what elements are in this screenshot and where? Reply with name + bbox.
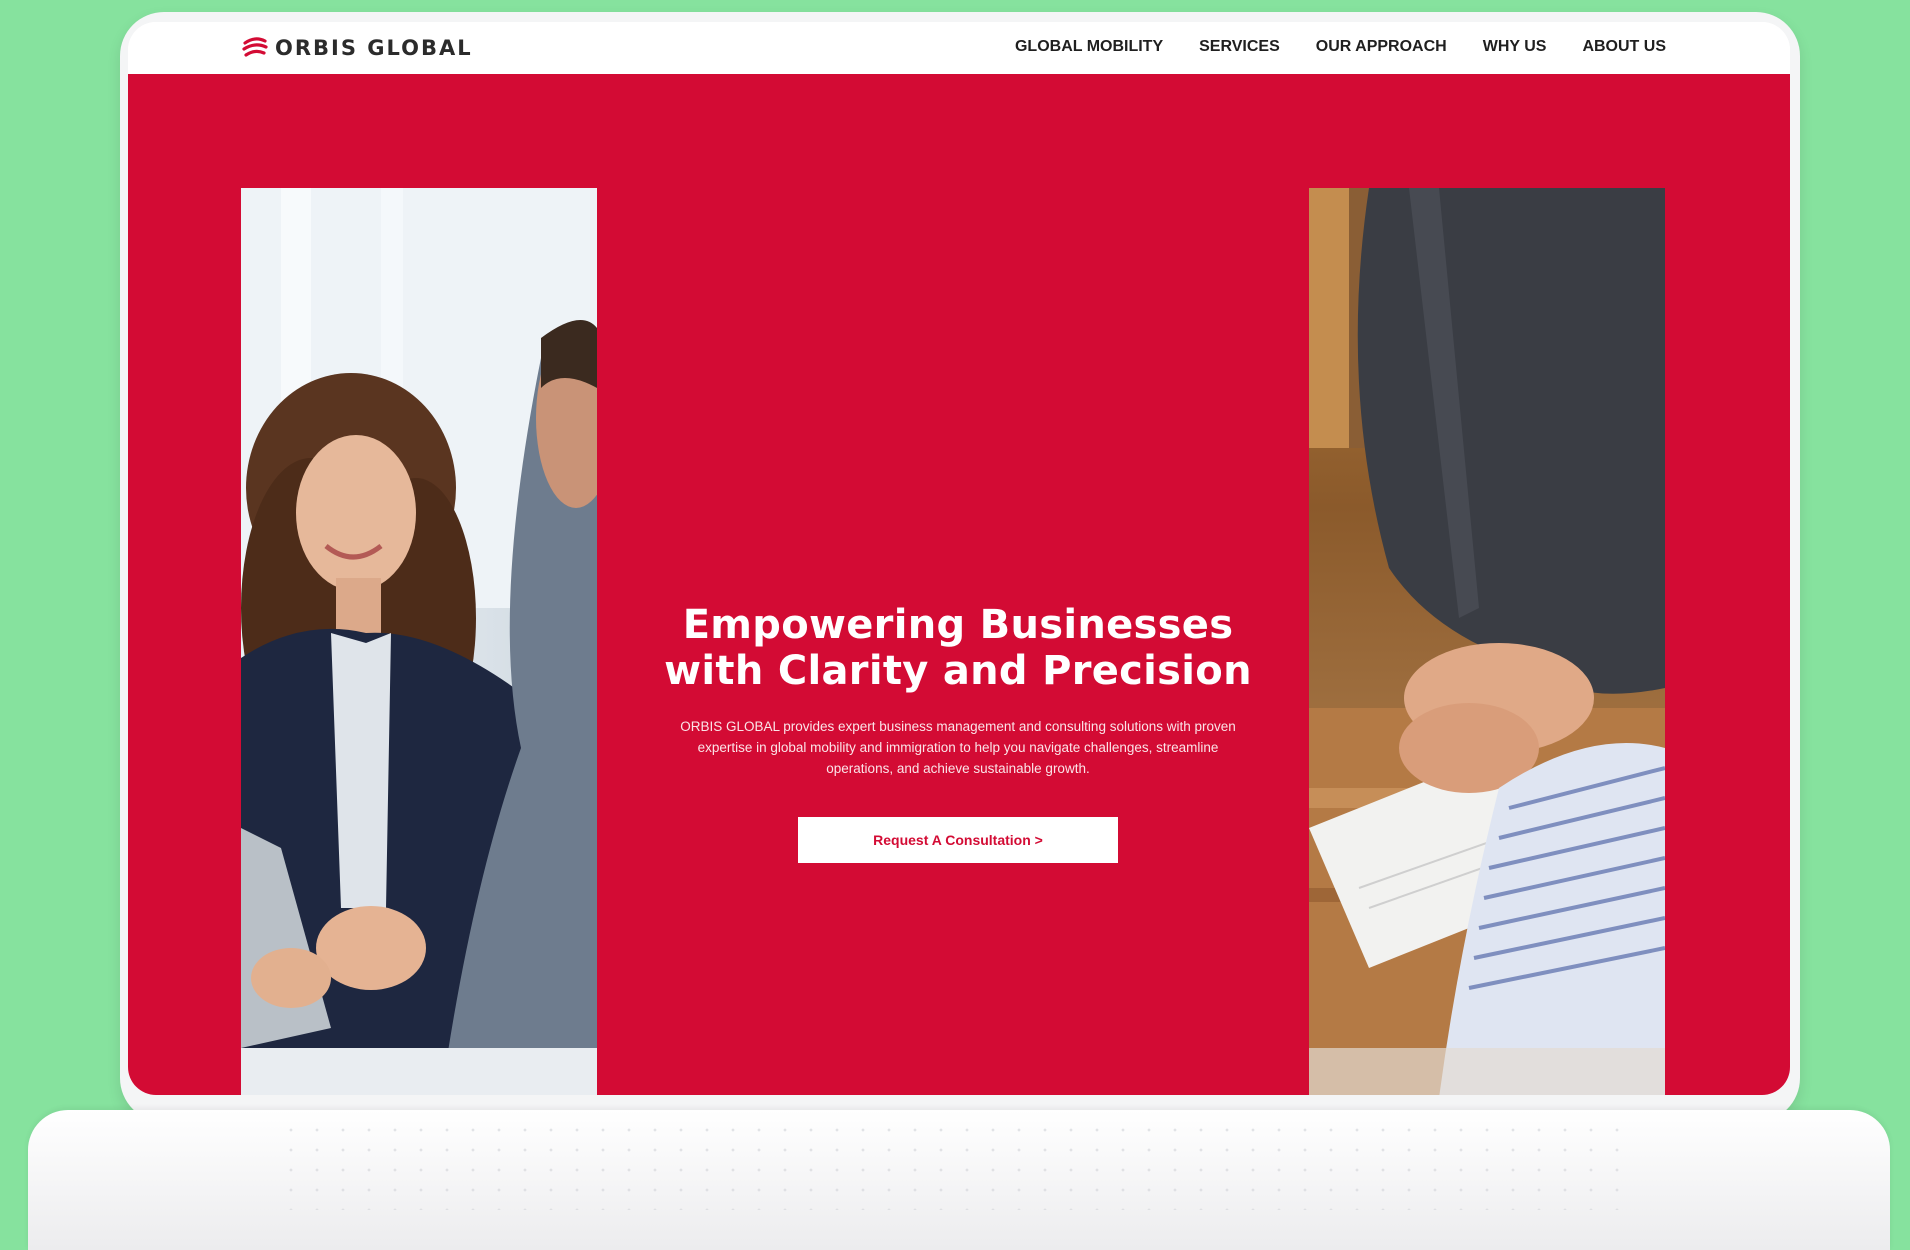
- keyboard-keys: [278, 1120, 1638, 1210]
- hero-title-line-1: Empowering Businesses: [682, 602, 1234, 648]
- nav-why-us[interactable]: WHY US: [1483, 38, 1547, 56]
- nav-global-mobility[interactable]: GLOBAL MOBILITY: [1015, 38, 1163, 56]
- laptop-keyboard-base: [28, 1110, 1890, 1250]
- brand-logo[interactable]: ORBIS GLOBAL: [241, 32, 473, 64]
- hero-section: Empowering Businesses with Clarity and P…: [128, 74, 1790, 1095]
- hero-content: Empowering Businesses with Clarity and P…: [648, 602, 1268, 863]
- hero-title-line-2: with Clarity and Precision: [664, 648, 1252, 694]
- hero-title: Empowering Businesses with Clarity and P…: [648, 602, 1268, 694]
- nav-services[interactable]: SERVICES: [1199, 38, 1280, 56]
- nav-our-approach[interactable]: OUR APPROACH: [1316, 38, 1447, 56]
- site-header: ORBIS GLOBAL GLOBAL MOBILITY SERVICES OU…: [128, 22, 1790, 74]
- hero-photo-handshake: [1309, 188, 1665, 1095]
- main-nav: GLOBAL MOBILITY SERVICES OUR APPROACH WH…: [1015, 38, 1666, 56]
- hero-photo-businesswoman: [241, 188, 597, 1095]
- browser-screen: ORBIS GLOBAL GLOBAL MOBILITY SERVICES OU…: [128, 22, 1790, 1095]
- swirl-logo-icon: [242, 37, 268, 57]
- nav-about-us[interactable]: ABOUT US: [1582, 38, 1666, 56]
- brand-name: ORBIS GLOBAL: [275, 36, 473, 60]
- hero-description: ORBIS GLOBAL provides expert business ma…: [680, 719, 1236, 776]
- request-consultation-button[interactable]: Request A Consultation >: [798, 817, 1118, 863]
